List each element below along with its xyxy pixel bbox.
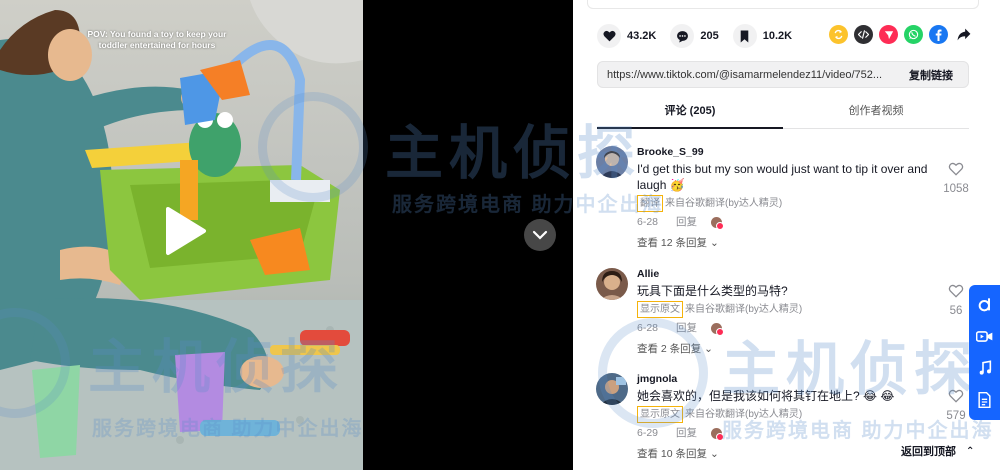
save-count: 10.2K: [762, 30, 793, 42]
tab-creator-videos[interactable]: 创作者视频: [783, 98, 969, 128]
comment-text: 她会喜欢的，但是我该如何将其钉在地上? 😂 😂: [637, 389, 895, 403]
heart-icon: [597, 24, 621, 48]
comment-date: 6-28: [637, 322, 659, 334]
comment-meta: 6-28 回复: [637, 321, 942, 336]
view-replies-label: 查看 2 条回复: [637, 343, 702, 355]
comment-text: 玩具下面是什么类型的马特?: [637, 284, 788, 298]
stats-bar: 43.2K 205 10.2K: [597, 22, 806, 50]
heart-outline-icon: [948, 284, 964, 298]
tab-bar: 评论 (205) 创作者视频: [597, 98, 969, 129]
translation-row: 翻译 来自谷歌翻译(by达人精灵): [637, 195, 942, 212]
document-icon[interactable]: [976, 391, 994, 409]
translation-note: 来自谷歌翻译(by达人精灵): [685, 409, 803, 420]
share-arrow-icon[interactable]: [954, 25, 973, 44]
video-link-box: https://www.tiktok.com/@isamarmelendez11…: [597, 61, 969, 88]
translation-note: 来自谷歌翻译(by达人精灵): [685, 304, 803, 315]
play-icon[interactable]: [160, 205, 208, 257]
double-chevron-up-icon: ⌃: [966, 445, 975, 457]
d-logo-icon[interactable]: [976, 296, 994, 314]
creator-avatar-mini: [711, 322, 725, 336]
comment-date: 6-28: [637, 216, 659, 228]
comment-meta: 6-29 回复: [637, 426, 942, 441]
embed-icon[interactable]: [854, 25, 873, 44]
comment-like-button[interactable]: 1058: [936, 162, 976, 195]
avatar[interactable]: [596, 146, 628, 178]
view-replies-label: 查看 12 条回复: [637, 237, 708, 249]
comment-button[interactable]: 205: [670, 24, 719, 48]
detail-panel: 43.2K 205 10.2K https://www.tiktok.com/@…: [573, 0, 1000, 470]
comment-meta: 6-28 回复: [637, 215, 942, 230]
tab-comments[interactable]: 评论 (205): [597, 98, 783, 129]
translation-row: 显示原文 来自谷歌翻译(by达人精灵): [637, 406, 942, 423]
translate-link[interactable]: 翻译: [637, 195, 663, 212]
chevron-down-icon[interactable]: [524, 219, 556, 251]
video-camera-icon[interactable]: [976, 328, 994, 346]
video-frame[interactable]: POV: You found a toy to keep your toddle…: [0, 0, 363, 470]
creator-avatar-mini: [711, 427, 725, 441]
repost-icon[interactable]: [829, 25, 848, 44]
avatar[interactable]: [596, 268, 628, 300]
heart-outline-icon: [948, 389, 964, 403]
copy-link-button[interactable]: 复制链接: [909, 67, 953, 83]
comment-count: 205: [700, 30, 719, 42]
reply-button[interactable]: 回复: [676, 215, 697, 229]
like-count: 43.2K: [627, 30, 657, 42]
heart-outline-icon: [948, 162, 964, 176]
facebook-icon[interactable]: [929, 25, 948, 44]
comment-like-count: 1058: [943, 183, 969, 195]
send-icon[interactable]: [879, 25, 898, 44]
comment-date: 6-29: [637, 427, 659, 439]
reply-button[interactable]: 回复: [676, 426, 697, 440]
side-toolbar: [969, 285, 1000, 420]
translation-row: 显示原文 来自谷歌翻译(by达人精灵): [637, 301, 942, 318]
show-original-link[interactable]: 显示原文: [637, 301, 683, 318]
back-to-top-label: 返回到顶部: [901, 446, 956, 458]
view-replies-button[interactable]: 查看 12 条回复 ⌄: [637, 235, 942, 250]
view-replies-button[interactable]: 查看 2 条回复 ⌄: [637, 341, 942, 356]
whatsapp-icon[interactable]: [904, 25, 923, 44]
avatar[interactable]: [596, 373, 628, 405]
view-replies-label: 查看 10 条回复: [637, 448, 708, 460]
music-note-icon[interactable]: [976, 359, 994, 377]
video-player[interactable]: POV: You found a toy to keep your toddle…: [0, 0, 573, 470]
creator-avatar-mini: [711, 216, 725, 230]
reply-button[interactable]: 回复: [676, 321, 697, 335]
like-button[interactable]: 43.2K: [597, 24, 656, 48]
comment-text: I'd get this but my son would just want …: [637, 162, 928, 192]
comment-username[interactable]: Allie: [637, 268, 942, 281]
comment-icon: [670, 24, 695, 48]
comment-username[interactable]: Brooke_S_99: [637, 146, 942, 159]
show-original-link[interactable]: 显示原文: [637, 406, 683, 423]
comment-username[interactable]: jmgnola: [637, 373, 942, 386]
back-to-top-button[interactable]: 返回到顶部 ⌃: [895, 440, 990, 462]
translation-note: 来自谷歌翻译(by达人精灵): [665, 198, 783, 209]
video-caption: POV: You found a toy to keep your toddle…: [87, 29, 227, 50]
share-bar: [823, 25, 973, 44]
chevron-down-icon: ⌄: [709, 237, 719, 249]
panel-top-edge: [587, 0, 979, 9]
bookmark-icon: [732, 24, 757, 48]
video-link-url[interactable]: https://www.tiktok.com/@isamarmelendez11…: [607, 69, 899, 81]
chevron-down-icon: ⌄: [704, 343, 713, 355]
chevron-down-icon: ⌄: [709, 448, 719, 460]
save-button[interactable]: 10.2K: [732, 24, 793, 48]
